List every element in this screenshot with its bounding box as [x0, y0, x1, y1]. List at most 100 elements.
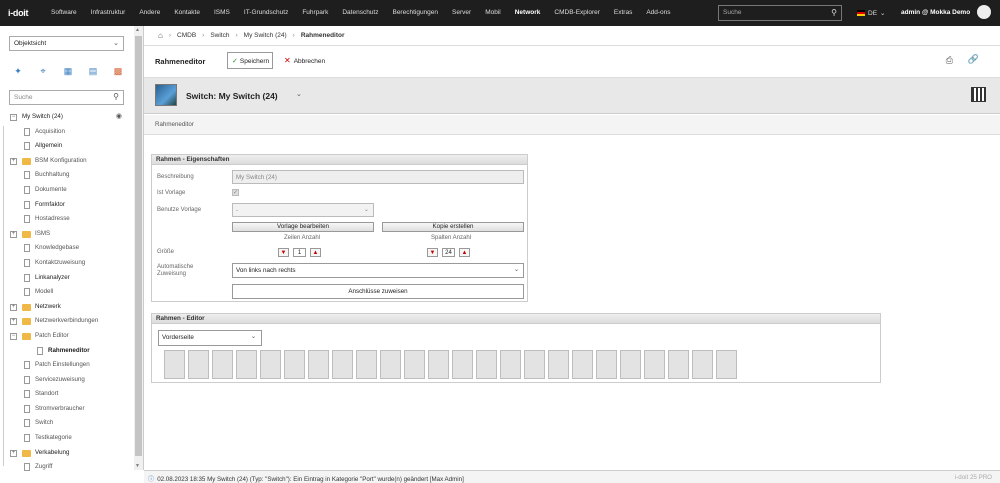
- expand-toggle-icon[interactable]: +: [10, 303, 17, 311]
- copy-button[interactable]: Kopie erstellen: [382, 222, 524, 232]
- frame-slot[interactable]: [524, 350, 545, 379]
- assign-ports-button[interactable]: Anschlüsse zuweisen: [232, 284, 524, 299]
- scroll-up-icon[interactable]: ▲: [135, 27, 140, 33]
- nav-item[interactable]: Mobil: [478, 0, 508, 26]
- nav-item[interactable]: Extras: [607, 0, 639, 26]
- language-select[interactable]: DE ⌄: [857, 9, 885, 17]
- nav-item[interactable]: CMDB-Explorer: [547, 0, 607, 26]
- expand-toggle-icon[interactable]: +: [10, 157, 17, 165]
- tree-item[interactable]: Knowledgebase: [10, 241, 136, 256]
- tree-item[interactable]: Linkanalyzer: [10, 271, 136, 286]
- frame-slot[interactable]: [668, 350, 689, 379]
- frame-slot[interactable]: [716, 350, 737, 379]
- frame-slot[interactable]: [188, 350, 209, 379]
- description-field[interactable]: My Switch (24): [232, 170, 524, 184]
- edit-template-button[interactable]: Vorlage bearbeiten: [232, 222, 374, 232]
- frame-slot[interactable]: [212, 350, 233, 379]
- chart-icon[interactable]: ▩: [112, 66, 124, 76]
- breadcrumb-item[interactable]: Switch: [210, 32, 229, 39]
- rows-increment-button[interactable]: ▲: [310, 248, 321, 257]
- use-template-select[interactable]: - ⌄: [232, 203, 374, 217]
- tree-item[interactable]: + Netzwerk: [10, 300, 136, 315]
- frame-slot[interactable]: [332, 350, 353, 379]
- frame-slot[interactable]: [356, 350, 377, 379]
- frame-slot[interactable]: [452, 350, 473, 379]
- nav-item[interactable]: Network: [508, 0, 548, 26]
- search-icon[interactable]: ⚲: [831, 8, 837, 17]
- auto-assign-select[interactable]: Von links nach rechts ⌄: [232, 263, 524, 278]
- breadcrumb-item[interactable]: My Switch (24): [244, 32, 287, 39]
- expand-toggle-icon[interactable]: +: [10, 449, 17, 457]
- tree-item[interactable]: Testkategorie: [10, 431, 136, 446]
- calendar-icon[interactable]: ▦: [62, 66, 74, 76]
- collapse-toggle-icon[interactable]: −: [10, 114, 17, 121]
- tree-item[interactable]: Kontaktzuweisung: [10, 256, 136, 271]
- tree-item[interactable]: Zugriff: [10, 460, 136, 475]
- avatar[interactable]: [977, 5, 991, 19]
- tree-item[interactable]: − Patch Editor: [10, 329, 136, 344]
- nav-item[interactable]: Infrastruktur: [84, 0, 133, 26]
- frame-slot[interactable]: [380, 350, 401, 379]
- sidebar-search-input[interactable]: Suche ⚲: [9, 90, 124, 105]
- breadcrumb-item[interactable]: CMDB: [177, 32, 196, 39]
- tree-item[interactable]: Patch Einstellungen: [10, 358, 136, 373]
- nav-item[interactable]: Fuhrpark: [295, 0, 335, 26]
- home-icon[interactable]: ⌂: [158, 31, 163, 40]
- nav-item[interactable]: Kontakte: [167, 0, 207, 26]
- cols-input[interactable]: 24: [442, 248, 455, 257]
- eye-icon[interactable]: ◉: [116, 110, 122, 125]
- tree-root[interactable]: − My Switch (24) ◉: [10, 110, 136, 125]
- scrollbar-thumb[interactable]: [135, 36, 142, 456]
- tree-item[interactable]: + ISMS: [10, 227, 136, 242]
- tree-item[interactable]: Buchhaltung: [10, 168, 136, 183]
- cancel-button[interactable]: ✕ Abbrechen: [284, 56, 325, 65]
- save-button[interactable]: ✓ Speichern: [227, 52, 273, 69]
- nav-item[interactable]: Server: [445, 0, 478, 26]
- tree-item[interactable]: + BSM Konfiguration: [10, 154, 136, 169]
- tree-item[interactable]: Modell: [10, 285, 136, 300]
- object-image[interactable]: [155, 84, 177, 106]
- cols-increment-button[interactable]: ▲: [459, 248, 470, 257]
- side-select[interactable]: Vorderseite ⌄: [158, 330, 262, 346]
- tree-item[interactable]: Hostadresse: [10, 212, 136, 227]
- tree-item[interactable]: + Verkabelung: [10, 446, 136, 461]
- tree-item[interactable]: Stromverbraucher: [10, 402, 136, 417]
- nav-item[interactable]: Berechtigungen: [385, 0, 445, 26]
- nav-item[interactable]: IT-Grundschutz: [237, 0, 295, 26]
- frame-slot[interactable]: [428, 350, 449, 379]
- nav-item[interactable]: Software: [44, 0, 84, 26]
- frame-slot[interactable]: [596, 350, 617, 379]
- qr-code-icon[interactable]: [971, 87, 986, 102]
- chevron-down-icon[interactable]: ⌄: [296, 90, 302, 98]
- nav-item[interactable]: Add-ons: [639, 0, 677, 26]
- frame-slot[interactable]: [164, 350, 185, 379]
- cols-decrement-button[interactable]: ▼: [427, 248, 438, 257]
- rows-decrement-button[interactable]: ▼: [278, 248, 289, 257]
- tree-item[interactable]: Servicezuweisung: [10, 373, 136, 388]
- sidebar-scrollbar[interactable]: ▲ ▼: [134, 26, 143, 470]
- search-icon[interactable]: ⚲: [113, 92, 119, 101]
- collapse-icon[interactable]: ✦: [12, 66, 24, 76]
- link-icon[interactable]: 🔗: [968, 54, 979, 65]
- frame-slot[interactable]: [572, 350, 593, 379]
- scroll-down-icon[interactable]: ▼: [135, 463, 140, 469]
- nav-item[interactable]: Andere: [132, 0, 167, 26]
- nav-item[interactable]: ISMS: [207, 0, 237, 26]
- table-icon[interactable]: ▤: [87, 66, 99, 76]
- rows-input[interactable]: 1: [293, 248, 306, 257]
- user-menu[interactable]: admin @ Mokka Demo: [901, 9, 970, 16]
- collapse-toggle-icon[interactable]: −: [10, 332, 17, 340]
- frame-slot[interactable]: [620, 350, 641, 379]
- frame-slot[interactable]: [308, 350, 329, 379]
- tree-item[interactable]: Switch: [10, 416, 136, 431]
- frame-slot[interactable]: [476, 350, 497, 379]
- frame-slot[interactable]: [236, 350, 257, 379]
- nav-item[interactable]: Datenschutz: [335, 0, 385, 26]
- expand-icon[interactable]: ⌖: [37, 66, 49, 76]
- tree-item[interactable]: + Netzwerkverbindungen: [10, 314, 136, 329]
- frame-slot[interactable]: [548, 350, 569, 379]
- print-icon[interactable]: ⎙: [946, 55, 953, 66]
- tree-item[interactable]: Rahmeneditor: [10, 344, 136, 359]
- tree-item[interactable]: Acquisition: [10, 125, 136, 140]
- frame-slot[interactable]: [644, 350, 665, 379]
